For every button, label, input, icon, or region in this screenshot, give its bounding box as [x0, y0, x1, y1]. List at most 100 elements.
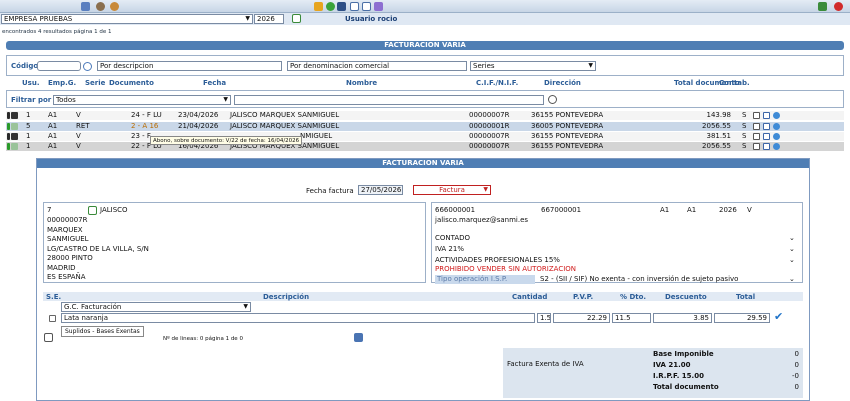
line-descripcion-input[interactable]: Lata naranja [61, 313, 535, 323]
calendar-small-icon[interactable] [292, 14, 301, 23]
print-icon[interactable] [753, 133, 760, 140]
mail-icon[interactable] [763, 133, 770, 140]
fecha-label: Fecha factura [306, 187, 354, 195]
totals-panel: Factura Exenta de IVA Base Imponible 0 IVA… [503, 348, 803, 398]
globe-icon[interactable] [773, 133, 780, 140]
descripcion-input[interactable]: Por descripcion [97, 61, 282, 71]
table-row[interactable]: 1 A1 V 22 - F LU 16/04/2026 JALISCO MARQUEX S… [6, 142, 844, 151]
series-select[interactable]: Series ▼ [470, 61, 596, 71]
emp-1: A1 [660, 206, 670, 214]
add-icon[interactable] [83, 62, 92, 71]
status-marker-icon [7, 112, 10, 119]
line-descuento-input[interactable]: 3.85 [653, 313, 712, 323]
print-icon[interactable] [753, 123, 760, 130]
warning-text: PROHIBIDO VENDER SIN AUTORIZACION [435, 265, 577, 273]
invoice-modal: FACTURACION VARIA Fecha factura 27/05/20… [36, 158, 810, 401]
total-value: -0 [792, 372, 799, 380]
row-contab: S [742, 122, 747, 130]
car-icon [11, 123, 18, 130]
confirm-check-icon[interactable]: ✔ [774, 310, 783, 323]
calendar-icon[interactable] [337, 2, 346, 11]
tipo-select[interactable]: Factura ▼ [413, 185, 491, 195]
gc-select[interactable]: G.C. Facturación ▼ [61, 302, 251, 312]
payment-chevron-icon[interactable]: ⌄ [789, 234, 795, 242]
line-checkbox[interactable] [49, 315, 56, 322]
phone-1: 666000001 [435, 206, 476, 214]
print-icon[interactable] [44, 333, 53, 342]
year-input[interactable]: 2026 [254, 14, 284, 24]
client-panel: 7 JALISCO 00000007R MARQUEX SANMIGUEL LG/CA… [43, 202, 426, 283]
client-code: 7 [47, 206, 52, 214]
activity-chevron-icon[interactable]: ⌄ [789, 256, 795, 264]
fecha-input[interactable]: 27/05/2026 [358, 185, 403, 195]
globe-icon[interactable] [773, 123, 780, 130]
doc-year: 2026 [719, 206, 737, 214]
total-value: 0 [794, 350, 799, 358]
row-serie: RET [76, 122, 90, 130]
print-icon[interactable] [753, 143, 760, 150]
row-serie: V [76, 142, 81, 150]
notes-icon[interactable] [374, 2, 383, 11]
status-marker-icon [7, 133, 10, 140]
print-icon[interactable] [753, 112, 760, 119]
col-se: S.E. [46, 293, 62, 301]
row-emp: A1 [48, 132, 58, 140]
line-dto-input[interactable]: 11.5 [612, 313, 651, 323]
home-icon[interactable] [818, 2, 827, 11]
row-emp: A1 [48, 122, 58, 130]
line-total-input[interactable]: 29.59 [714, 313, 770, 323]
tipo-operacion-value: S2 - (SII / SIF) No exenta - con inversi… [540, 275, 739, 283]
col-descripcion: Descripción [263, 293, 310, 301]
key-icon[interactable] [314, 2, 323, 11]
filter-input[interactable] [234, 95, 544, 105]
col-pvp: P.V.P. [573, 293, 594, 301]
mail-icon[interactable] [763, 112, 770, 119]
globe-icon[interactable] [773, 143, 780, 150]
client-name: JALISCO [100, 206, 128, 214]
row-cif: 00000001R [469, 122, 510, 130]
results-count: encontrados 4 resultados página 1 de 1 [2, 29, 112, 35]
mail-icon[interactable] [763, 143, 770, 150]
line-pvp-input[interactable]: 22.29 [553, 313, 610, 323]
window-icon[interactable] [362, 2, 371, 11]
person-icon[interactable] [110, 2, 119, 11]
company-select[interactable]: EMPRESA PRUEBAS ▼ [1, 14, 253, 24]
row-direccion: 36155 PONTEVEDRA [531, 111, 604, 119]
line-cantidad-input[interactable]: 1.5 [537, 313, 551, 323]
doc-serie: V [747, 206, 752, 214]
users-icon[interactable] [96, 2, 105, 11]
refresh-icon[interactable] [326, 2, 335, 11]
denominacion-input[interactable]: Por denominacion comercial [287, 61, 467, 71]
row-total: 381.51 [706, 132, 732, 140]
codigo-input[interactable] [37, 61, 81, 71]
list-title: FACTURACION VARIA [6, 41, 844, 50]
codigo-label: Código [11, 62, 39, 70]
mail-icon[interactable] [763, 123, 770, 130]
table-row[interactable]: 5 A1 RET 2 - A 16 21/04/2026 JALISCO MARQUEX … [6, 122, 844, 131]
row-cif: 00000007R [469, 111, 510, 119]
table-row[interactable]: 1 A1 V 24 - F LU 23/04/2026 JALISCO MARQUEX S… [6, 111, 844, 120]
phone-2: 667000001 [541, 206, 582, 214]
power-icon[interactable] [834, 2, 843, 11]
row-nombre: JALISCO MARQUEX SANMIGUEL [230, 122, 340, 130]
col-dto: % Dto. [620, 293, 647, 301]
iva-chevron-icon[interactable]: ⌄ [789, 245, 795, 253]
globe-icon[interactable] [773, 112, 780, 119]
emp-2: A1 [687, 206, 697, 214]
client-address-line: ES ESPAÑA [47, 273, 86, 281]
edit-client-icon[interactable] [88, 206, 97, 215]
row-total: 143.98 [706, 111, 732, 119]
total-label: Total documento [653, 383, 719, 391]
trash-icon[interactable] [354, 333, 363, 342]
col-contab: Contab. [719, 79, 750, 87]
search-icon[interactable] [548, 95, 557, 104]
tipo-chevron-icon[interactable]: ⌄ [789, 275, 795, 283]
user-label: Usuario rocio [345, 15, 398, 23]
row-emp: A1 [48, 111, 58, 119]
calculator-icon[interactable] [81, 2, 90, 11]
table-row[interactable]: 1 A1 V 23 - F NMIGUEL 00000007R 36155 PONTEVED… [6, 132, 844, 141]
total-value: 0 [794, 361, 799, 369]
mail-icon[interactable] [350, 2, 359, 11]
client-address-line: MARQUEX [47, 225, 83, 234]
filter-select[interactable]: Todos ▼ [53, 95, 231, 105]
